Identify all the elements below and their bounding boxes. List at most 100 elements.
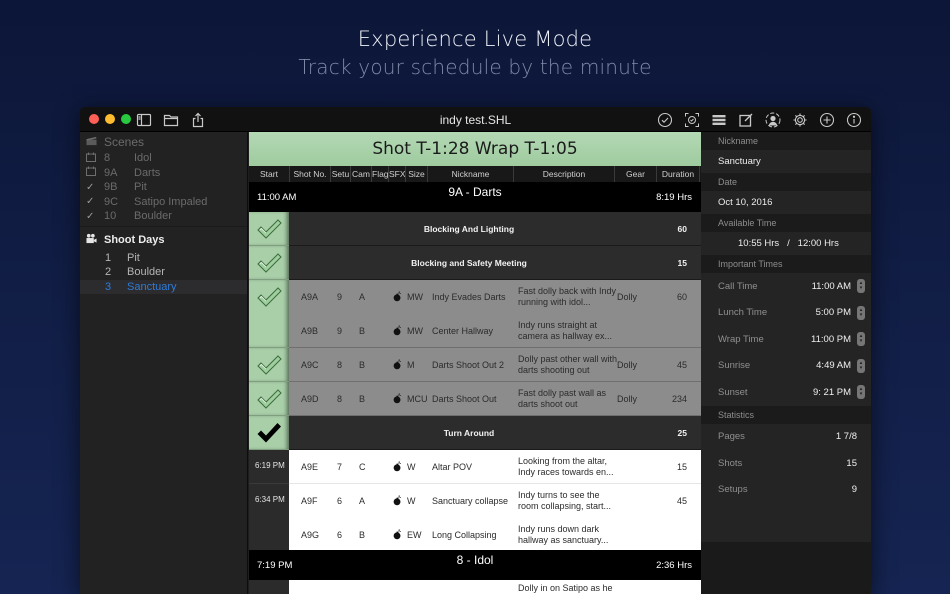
important-times-label: Important Times [701,255,871,273]
scene-header-row[interactable]: 11:00 AM 9A - Darts 8:19 Hrs [249,182,701,212]
shoot-days-section-header[interactable]: Shoot Days [80,230,247,251]
shot-duration: 45 [676,360,687,370]
shot-number: A9C [301,360,319,370]
break-duration: 25 [677,428,687,438]
column-header-shot-no[interactable]: Shot No. [290,166,331,182]
folder-icon[interactable] [162,111,180,128]
column-header-duration[interactable]: Duration [657,166,700,182]
sidebar-shoot-day-item[interactable]: 3 Sanctuary [80,279,247,294]
sidebar-toggle-icon[interactable] [135,111,153,128]
shot-row[interactable]: A9A 9 A MW Indy Evades Darts Fast dolly back … [289,280,701,314]
time-field-sunset[interactable]: Sunset 9: 21 PM ▴ ▾ [701,379,871,406]
column-header-setu[interactable]: Setu [331,166,351,182]
shot-gear: Dolly [617,394,638,404]
break-row[interactable]: Blocking and Safety Meeting 15 [289,246,701,280]
sidebar-scene-item[interactable]: ✓ 9C Satipo Impaled [80,195,247,210]
scene-header-row[interactable]: 7:19 PM 8 - Idol 2:36 Hrs [249,550,701,580]
column-header-nickname[interactable]: Nickname [428,166,514,182]
gear-icon[interactable] [791,111,809,128]
minimize-window-button[interactable] [105,114,115,124]
checkmark-icon: ✓ [86,196,95,208]
completed-checkbox[interactable] [249,382,289,416]
shot-row[interactable]: A9B 9 B MW Center Hallway Indy runs straight … [289,314,701,348]
column-header-flag[interactable]: Flag [372,166,389,182]
chevron-down-icon: ▾ [859,391,863,398]
shot-description: Fast dolly back with Indy running with i… [518,286,617,307]
column-header-description[interactable]: Description [514,166,615,182]
completed-checkbox[interactable] [249,348,289,382]
stat-value: 1 7/8 [835,431,857,443]
sidebar-scene-item[interactable]: ✓ 10 Boulder [80,209,247,224]
details-panel: Nickname Sanctuary Date Oct 10, 2016 Ava… [701,132,871,594]
info-icon[interactable] [845,111,863,128]
zoom-window-button[interactable] [121,114,131,124]
add-icon[interactable] [818,111,836,128]
shot-row[interactable]: A9E 7 C W Altar POV Looking from the altar, I… [289,450,701,484]
column-header-size[interactable]: Size [406,166,428,182]
cast-icon[interactable] [764,111,782,128]
shot-camera: B [359,360,366,370]
bomb-sfx-icon [393,495,402,508]
shoot-day-name: Pit [127,251,140,264]
strips-icon[interactable] [710,111,728,128]
shot-nickname: Long Collapsing [432,530,497,540]
shot-camera: B [359,530,366,540]
sidebar-scene-item[interactable]: 8 Idol [80,151,247,166]
shot-duration: 45 [676,496,687,506]
scene-title: 8 - Idol [456,553,494,567]
close-window-button[interactable] [89,114,99,124]
shot-description: Indy runs down dark hallway as sanctuary… [518,524,609,545]
bomb-sfx-icon [393,393,402,406]
column-header-gear[interactable]: Gear [615,166,657,182]
time-field-call-time[interactable]: Call Time 11:00 AM ▴ ▾ [701,273,871,300]
green-check-icon [256,286,282,313]
time-stepper[interactable]: ▴ ▾ [857,279,865,294]
sidebar-scene-item[interactable]: 9A Darts [80,166,247,181]
time-stepper[interactable]: ▴ ▾ [857,385,865,400]
shot-row[interactable]: A9D 8 B MCU Darts Shoot Out Fast dolly past w… [289,382,701,416]
shot-row[interactable]: A9F 6 A W Sanctuary collapse Indy turns to se… [289,484,701,518]
green-check-icon [256,218,282,245]
time-field-wrap-time[interactable]: Wrap Time 11:00 PM ▴ ▾ [701,326,871,353]
bomb-sfx-icon [393,359,402,372]
shot-row[interactable]: A9G 6 B EW Long Collapsing Indy runs down dar… [289,518,701,552]
checkmark-circle-icon[interactable] [656,111,674,128]
chevron-down-icon: ▾ [859,338,863,345]
calendar-icon [80,152,100,165]
shoot-day-number: 3 [105,280,112,293]
shoot-day-number: 2 [105,266,112,279]
completed-checkbox[interactable] [249,246,289,280]
column-header-start[interactable]: Start [249,166,290,182]
time-stepper[interactable]: ▴ ▾ [857,305,865,320]
shot-size: W [407,496,416,506]
shot-start-time: 6:19 PM [249,450,289,484]
completed-checkbox[interactable] [249,280,289,348]
sidebar-scene-item[interactable]: ✓ 9B Pit [80,180,247,195]
time-stepper[interactable]: ▴ ▾ [857,358,865,373]
completed-checkbox[interactable] [249,212,289,246]
time-field-sunrise[interactable]: Sunrise 4:49 AM ▴ ▾ [701,353,871,380]
column-header-sfx[interactable]: SFX [389,166,406,182]
current-checkbox[interactable] [249,416,289,450]
share-icon[interactable] [189,111,207,128]
date-field[interactable]: Oct 10, 2016 [701,191,871,214]
time-stepper[interactable]: ▴ ▾ [857,332,865,347]
break-row[interactable]: Blocking And Lighting 60 [289,212,701,246]
hero-subtitle: Track your schedule by the minute [298,55,652,79]
column-header-cam[interactable]: Cam [351,166,372,182]
break-row[interactable]: Turn Around 25 [289,416,701,450]
edit-icon[interactable] [737,111,755,128]
sidebar-shoot-day-item[interactable]: 2 Boulder [80,265,247,280]
black-check-icon [256,422,282,449]
sidebar-shoot-day-item[interactable]: 1 Pit [80,251,247,266]
green-check-icon [256,252,282,279]
time-field-lunch-time[interactable]: Lunch Time 5:00 PM ▴ ▾ [701,300,871,327]
column-header: Start Shot No. Setu Cam Flag SFX Size Nickname D… [249,166,701,182]
shot-duration: 60 [676,292,687,302]
available-time-value: 10:55 Hrs / 12:00 Hrs [738,238,839,249]
nickname-field[interactable]: Sanctuary [701,150,871,173]
scenes-section-header[interactable]: Scenes [80,133,247,151]
shot-row[interactable]: A9C 8 B M Darts Shoot Out 2 Dolly past other … [289,348,701,382]
shot-row[interactable]: Dolly in on Satipo as he [289,580,701,594]
live-mode-icon[interactable] [683,111,701,128]
